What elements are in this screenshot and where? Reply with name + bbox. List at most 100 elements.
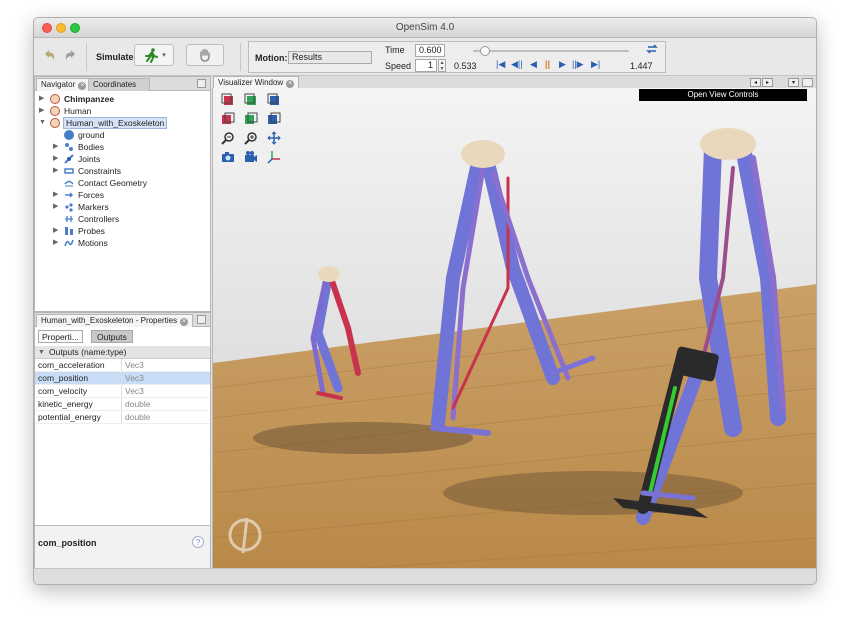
maximize-panel-icon[interactable] bbox=[197, 79, 206, 88]
markers-icon bbox=[64, 202, 74, 212]
loop-icon[interactable] bbox=[645, 44, 659, 56]
model-icon bbox=[50, 118, 60, 128]
play-reverse-icon[interactable]: ◀ bbox=[530, 59, 537, 70]
expand-triangle-icon[interactable]: ▶ bbox=[39, 93, 44, 105]
collapse-triangle-icon[interactable]: ▼ bbox=[39, 117, 46, 129]
close-icon[interactable]: × bbox=[78, 82, 87, 90]
expand-triangle-icon[interactable]: ▶ bbox=[53, 189, 58, 201]
expand-triangle-icon[interactable]: ▶ bbox=[39, 105, 44, 117]
tree-item-label: ground bbox=[78, 130, 105, 140]
view-back-icon[interactable] bbox=[244, 93, 258, 107]
output-row-selected[interactable]: com_position Vec3 bbox=[35, 372, 210, 385]
expand-triangle-icon[interactable]: ▶ bbox=[53, 225, 58, 237]
open-view-controls-button[interactable]: Open View Controls bbox=[639, 89, 807, 101]
close-icon[interactable]: × bbox=[180, 318, 189, 326]
subtab-outputs[interactable]: Outputs bbox=[91, 330, 133, 343]
time-label: Time bbox=[385, 45, 405, 55]
tab-coordinates[interactable]: Coordinates bbox=[88, 78, 150, 91]
tab-list-icon[interactable]: ▾ bbox=[788, 78, 799, 87]
globe-icon bbox=[64, 130, 74, 140]
tree-item-label: Chimpanzee bbox=[64, 94, 115, 104]
start-time: 0.533 bbox=[454, 61, 477, 71]
description-title: com_position bbox=[38, 538, 97, 548]
scene-render bbox=[213, 88, 816, 584]
navigator-tabbar: Navigator × Coordinates bbox=[35, 77, 210, 91]
view-bottom-icon[interactable] bbox=[267, 112, 281, 126]
expand-triangle-icon[interactable]: ▶ bbox=[53, 153, 58, 165]
visualizer-canvas[interactable]: Open View Controls bbox=[212, 88, 816, 584]
tree-item-label: Human bbox=[64, 106, 92, 116]
maximize-panel-icon[interactable] bbox=[802, 78, 813, 87]
properties-tabbar: Human_with_Exoskeleton - Properties × bbox=[35, 313, 210, 327]
expand-triangle-icon[interactable]: ▶ bbox=[53, 141, 58, 153]
pause-icon[interactable]: || bbox=[545, 59, 550, 69]
subtab-properties[interactable]: Properti... bbox=[38, 330, 83, 343]
output-row[interactable]: com_velocity Vec3 bbox=[35, 385, 210, 398]
close-icon[interactable]: × bbox=[286, 80, 295, 88]
time-field[interactable]: 0.600 bbox=[415, 44, 445, 57]
scroll-left-icon[interactable]: ◂ bbox=[750, 78, 761, 87]
tree-item-label: Constraints bbox=[78, 166, 121, 176]
camera-icon[interactable] bbox=[221, 150, 235, 164]
expand-triangle-icon[interactable]: ▶ bbox=[53, 165, 58, 177]
view-front-icon[interactable] bbox=[221, 93, 235, 107]
probes-icon bbox=[64, 226, 74, 236]
end-time: 1.447 bbox=[630, 61, 653, 71]
outputs-section-header[interactable]: ▼ Outputs (name:type) bbox=[35, 346, 210, 359]
tree-item-label: Motions bbox=[78, 238, 108, 248]
view-top-icon[interactable] bbox=[267, 93, 281, 107]
collapse-triangle-icon[interactable]: ▼ bbox=[38, 346, 45, 359]
tree-item-label: Markers bbox=[78, 202, 109, 212]
go-to-end-icon[interactable]: ▶| bbox=[591, 59, 600, 70]
scroll-right-icon[interactable]: ▸ bbox=[762, 78, 773, 87]
motion-select[interactable]: Results bbox=[288, 51, 372, 64]
output-row[interactable]: potential_energy double bbox=[35, 411, 210, 424]
output-type: double bbox=[125, 399, 151, 409]
fit-view-icon[interactable] bbox=[267, 131, 281, 145]
output-name: potential_energy bbox=[38, 412, 101, 422]
tree-item-label: Joints bbox=[78, 154, 101, 164]
go-to-start-icon[interactable]: |◀ bbox=[496, 59, 505, 70]
tab-properties-label: Human_with_Exoskeleton - Properties bbox=[41, 316, 178, 325]
record-video-icon[interactable] bbox=[244, 150, 258, 164]
speed-stepper[interactable]: ▴ ▾ bbox=[438, 59, 446, 72]
tree-item-label: Contact Geometry bbox=[78, 178, 147, 188]
motion-controls: Motion: Results Time 0.600 Speed 1 ▴ ▾ 0.… bbox=[248, 41, 666, 73]
step-forward-icon[interactable]: ||▶ bbox=[572, 59, 584, 70]
output-row[interactable]: kinetic_energy double bbox=[35, 398, 210, 411]
motion-label: Motion: bbox=[255, 53, 288, 63]
hand-tool-button[interactable] bbox=[186, 44, 224, 66]
chevron-down-icon: ▾ bbox=[162, 52, 166, 59]
undo-icon[interactable] bbox=[40, 47, 58, 65]
tree-item-human-with-exoskeleton[interactable]: ▼ Human_with_Exoskeleton bbox=[37, 117, 207, 129]
play-icon[interactable]: ▶ bbox=[559, 59, 566, 70]
axes-icon[interactable] bbox=[267, 150, 281, 164]
hand-icon bbox=[200, 48, 210, 62]
speed-field[interactable]: 1 bbox=[415, 59, 437, 72]
zoom-out-icon[interactable] bbox=[221, 131, 235, 145]
help-icon[interactable]: ? bbox=[192, 536, 204, 548]
expand-triangle-icon[interactable]: ▶ bbox=[53, 237, 58, 249]
output-type: Vec3 bbox=[125, 360, 144, 370]
simulate-run-button[interactable]: ▾ bbox=[134, 44, 174, 66]
tab-properties[interactable]: Human_with_Exoskeleton - Properties × bbox=[36, 314, 194, 327]
step-back-icon[interactable]: ◀|| bbox=[511, 59, 523, 70]
motions-icon bbox=[64, 238, 74, 248]
expand-triangle-icon[interactable]: ▶ bbox=[53, 201, 58, 213]
output-row[interactable]: com_acceleration Vec3 bbox=[35, 359, 210, 372]
zoom-in-icon[interactable] bbox=[244, 131, 258, 145]
model-icon bbox=[50, 94, 60, 104]
tab-navigator[interactable]: Navigator × bbox=[36, 78, 92, 91]
running-man-icon bbox=[145, 48, 159, 63]
redo-icon[interactable] bbox=[62, 47, 80, 65]
tree-item-label: Forces bbox=[78, 190, 104, 200]
controllers-icon bbox=[64, 214, 74, 224]
toolbar-separator bbox=[86, 43, 87, 71]
output-type: double bbox=[125, 412, 151, 422]
maximize-panel-icon[interactable] bbox=[197, 315, 206, 324]
time-slider-thumb[interactable] bbox=[479, 46, 490, 56]
view-left-icon[interactable] bbox=[221, 112, 235, 126]
view-right-icon[interactable] bbox=[244, 112, 258, 126]
time-slider[interactable] bbox=[473, 46, 629, 56]
tree-item-label: Bodies bbox=[78, 142, 104, 152]
